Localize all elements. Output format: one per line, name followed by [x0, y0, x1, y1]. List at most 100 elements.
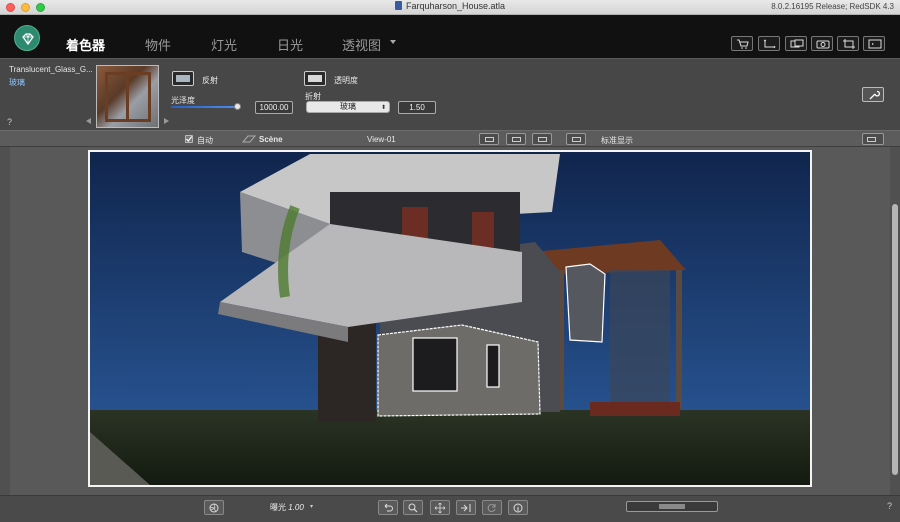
render-settings-button[interactable]	[204, 500, 224, 515]
scene-icon	[242, 135, 256, 143]
transparency-color-swatch[interactable]	[304, 71, 326, 86]
gloss-slider-knob[interactable]	[234, 103, 241, 110]
display-mode-icon	[572, 137, 581, 142]
box-window	[413, 338, 457, 391]
previous-material-arrow-icon[interactable]	[86, 118, 91, 124]
material-type: 玻璃	[9, 78, 25, 87]
help-button[interactable]: ?	[7, 117, 12, 127]
refraction-value-field[interactable]: 1.50	[398, 101, 436, 114]
aperture-icon	[209, 503, 219, 513]
transparency-label: 透明度	[334, 76, 358, 85]
region-icon	[763, 39, 776, 49]
tab-sun[interactable]: 日光	[277, 35, 303, 54]
box-slot	[487, 345, 499, 387]
viewport-toolbar: 自动 Scène View-01 标准显示	[0, 130, 900, 147]
gem-icon	[22, 33, 34, 46]
exposure-control[interactable]: 曝光 1.00	[270, 502, 304, 513]
display-mode-label[interactable]: 标准显示	[601, 135, 633, 146]
help-button-bottom[interactable]: ?	[887, 501, 892, 511]
top-navigation: 着色器 物件 灯光 日光 透视图	[0, 15, 900, 58]
reflection-color-fill	[176, 75, 190, 82]
crop-icon	[843, 39, 855, 49]
title-bar: Farquharson_House.atla 8.0.2.16195 Relea…	[0, 0, 900, 15]
panel-toggle-icon	[867, 137, 876, 142]
select-caret-icon: ⬍	[380, 105, 386, 111]
brick-terrace	[590, 402, 680, 416]
material-editor-button[interactable]	[862, 87, 884, 102]
camera-button[interactable]	[811, 36, 833, 51]
viewport-left-edge	[0, 147, 10, 495]
move-icon	[434, 503, 446, 513]
reflection-label: 反射	[202, 76, 218, 85]
fit-button[interactable]	[456, 500, 476, 515]
region-button[interactable]	[758, 36, 780, 51]
chevron-down-icon[interactable]	[390, 40, 396, 44]
pergola-post-2	[676, 270, 682, 410]
refraction-select-value: 玻璃	[340, 102, 356, 111]
bottom-toolbar: 曝光 1.00 ▾ ?	[0, 495, 900, 522]
material-name[interactable]: Translucent_Glass_G...	[9, 65, 93, 74]
rotate-button[interactable]	[482, 500, 502, 515]
fit-icon	[461, 504, 471, 512]
cart-button[interactable]	[731, 36, 753, 51]
exposure-label: 曝光	[270, 503, 286, 512]
keyshot-logo-icon[interactable]	[14, 25, 40, 51]
camera-icon	[816, 40, 830, 49]
document-icon	[394, 1, 402, 10]
material-panel: Translucent_Glass_G... 玻璃 ? 反射 光泽度 1000.…	[0, 58, 900, 130]
magnifier-icon	[408, 503, 418, 513]
tab-objects[interactable]: 物件	[145, 35, 171, 54]
auto-checkbox[interactable]	[185, 135, 193, 143]
frame-view-icon	[485, 137, 494, 142]
window-title-text: Farquharson_House.atla	[405, 1, 506, 11]
glass-wall	[610, 270, 670, 410]
wrench-icon	[869, 90, 880, 100]
checkmark-icon	[186, 136, 193, 142]
selected-box	[378, 325, 540, 416]
tab-lights[interactable]: 灯光	[211, 35, 237, 54]
gloss-slider-track[interactable]	[171, 106, 237, 108]
selection-outline-panel	[565, 263, 606, 343]
auto-label: 自动	[197, 136, 213, 145]
crop-button[interactable]	[837, 36, 859, 51]
render-window-button[interactable]	[785, 36, 807, 51]
split-view-button[interactable]	[532, 133, 552, 145]
scrollbar-thumb[interactable]	[892, 204, 898, 475]
tab-perspective[interactable]: 透视图	[342, 35, 381, 54]
tab-materials[interactable]: 着色器	[66, 35, 105, 54]
split-view-icon	[538, 137, 547, 142]
lawn	[90, 410, 810, 485]
fit-view-button[interactable]	[506, 133, 526, 145]
gloss-label: 光泽度	[171, 96, 195, 105]
reflection-color-swatch[interactable]	[172, 71, 194, 86]
zoom-button[interactable]	[403, 500, 423, 515]
frame-view-button[interactable]	[479, 133, 499, 145]
pan-button[interactable]	[430, 500, 450, 515]
brick-panel-2	[472, 212, 494, 247]
info-button[interactable]	[508, 500, 528, 515]
material-preview-thumbnail[interactable]	[96, 65, 159, 128]
info-icon	[513, 503, 523, 513]
chevron-down-icon[interactable]: ▾	[310, 503, 313, 510]
bottom-slider[interactable]	[626, 501, 718, 512]
view-name[interactable]: View-01	[367, 135, 396, 144]
panel-toggle-button[interactable]	[862, 133, 884, 145]
next-material-arrow-icon[interactable]	[164, 118, 169, 124]
scene-label[interactable]: Scène	[259, 135, 283, 144]
presentation-button[interactable]	[863, 36, 885, 51]
fit-view-icon	[512, 137, 521, 142]
rotate-icon	[487, 504, 496, 512]
app-window: Farquharson_House.atla 8.0.2.16195 Relea…	[0, 0, 900, 522]
window-frame-preview	[105, 72, 151, 122]
window-title: Farquharson_House.atla	[0, 1, 900, 11]
rendered-house-scene	[90, 152, 810, 485]
undo-view-button[interactable]	[378, 500, 398, 515]
exposure-value: 1.00	[288, 503, 304, 512]
render-view[interactable]	[88, 150, 812, 487]
refraction-select[interactable]: 玻璃 ⬍	[306, 101, 390, 113]
display-mode-button[interactable]	[566, 133, 586, 145]
presentation-icon	[868, 39, 882, 49]
version-label: 8.0.2.16195 Release; RedSDK 4.3	[771, 2, 894, 11]
gloss-value-field[interactable]: 1000.00	[255, 101, 293, 114]
bottom-slider-thumb[interactable]	[659, 504, 685, 509]
